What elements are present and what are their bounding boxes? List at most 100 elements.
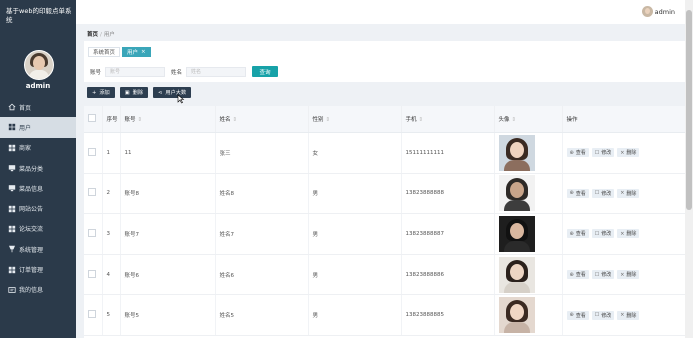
header-name[interactable]: 姓名 ⇕ (215, 106, 309, 133)
breadcrumb-home[interactable]: 首页 (87, 32, 98, 38)
view-button[interactable]: ⊕ 查看 (566, 148, 589, 158)
close-icon: × (620, 190, 625, 197)
edit-button[interactable]: ☐ 修改 (591, 229, 615, 239)
select-all-checkbox[interactable] (88, 114, 96, 122)
sort-icon[interactable]: ⇕ (512, 117, 517, 123)
header-gender[interactable]: 性别 ⇕ (308, 106, 402, 133)
tab-label: 用户 (127, 50, 139, 56)
delete-row-button[interactable]: × 删除 (617, 270, 640, 280)
cell-account: 账号7 (120, 213, 216, 255)
add-button[interactable]: + 添加 (87, 87, 115, 98)
view-button[interactable]: ⊕ 查看 (566, 188, 589, 198)
close-icon[interactable]: × (141, 49, 146, 55)
trash-icon: ▣ (124, 89, 130, 96)
search-row: 账号 账号 姓名 姓名 查询 (90, 66, 279, 77)
delete-button[interactable]: ▣ 删除 (119, 87, 149, 98)
view-label: 查看 (575, 272, 586, 279)
view-button[interactable]: ⊕ 查看 (566, 229, 589, 239)
sidebar-item-label: 菜品信息 (19, 185, 44, 193)
sidebar: 基于web的印毅点单系统 admin 首页 用户 商家 菜品分类 菜品信息 网站… (0, 0, 76, 338)
user-photo[interactable] (498, 175, 535, 212)
sidebar-item-dish-category[interactable]: 菜品分类 (0, 158, 76, 178)
avatar[interactable] (642, 6, 653, 17)
top-username[interactable]: admin (655, 8, 675, 16)
sidebar-item-orders[interactable]: 订单管理 (0, 259, 76, 279)
edit-button[interactable]: ☐ 修改 (591, 188, 615, 198)
sidebar-item-label: 菜品分类 (19, 165, 44, 173)
tab-home[interactable]: 系统首页 (88, 47, 121, 57)
view-label: 查看 (575, 150, 586, 157)
edit-button[interactable]: ☐ 修改 (591, 270, 615, 280)
sidebar-item-profile[interactable]: 我的信息 (0, 280, 76, 300)
sort-icon[interactable]: ⇕ (233, 117, 238, 123)
avatar[interactable] (24, 50, 54, 80)
sidebar-item-home[interactable]: 首页 (0, 97, 76, 117)
table-row: 3 账号7 姓名7 男 13823888887 ⊕ 查看 ☐ 修改 × 删除 (84, 213, 685, 255)
view-button[interactable]: ⊕ 查看 (566, 270, 589, 280)
breadcrumb-current: 用户 (103, 32, 115, 38)
cell-index: 2 (102, 173, 121, 215)
user-photo[interactable] (498, 256, 535, 293)
tab-users[interactable]: 用户 × (122, 47, 151, 57)
row-checkbox[interactable] (88, 188, 96, 197)
monitor-icon (7, 164, 16, 173)
edit-button[interactable]: ☐ 修改 (591, 310, 615, 320)
plus-icon: + (92, 89, 97, 96)
row-checkbox[interactable] (88, 147, 96, 156)
edit-button[interactable]: ☐ 修改 (591, 148, 615, 158)
cell-phone: 15111111111 (401, 132, 495, 174)
delete-label: 删除 (132, 90, 144, 96)
search-button[interactable]: 查询 (252, 66, 279, 77)
sidebar-item-system[interactable]: 系统管理 (0, 239, 76, 259)
edit-label: 修改 (601, 190, 612, 197)
sidebar-item-merchants[interactable]: 商家 (0, 138, 76, 158)
account-input[interactable]: 账号 (105, 66, 166, 77)
sidebar-item-users[interactable]: 用户 (0, 117, 76, 138)
grid-icon (7, 143, 16, 152)
row-checkbox[interactable] (88, 228, 96, 237)
row-checkbox[interactable] (88, 269, 96, 278)
delete-row-button[interactable]: × 删除 (617, 148, 640, 158)
sidebar-item-announcements[interactable]: 网站公告 (0, 198, 76, 218)
export-button[interactable]: ⋖ 用户大数 (153, 87, 192, 98)
row-actions: ⊕ 查看 ☐ 修改 × 删除 (566, 310, 684, 320)
user-photo[interactable] (498, 297, 535, 334)
user-photo[interactable] (498, 134, 535, 171)
name-input[interactable]: 姓名 (186, 66, 247, 77)
user-photo[interactable] (498, 215, 535, 252)
sidebar-item-dish-info[interactable]: 菜品信息 (0, 178, 76, 198)
view-icon: ⊕ (569, 230, 574, 237)
view-label: 查看 (575, 231, 586, 238)
view-icon: ⊕ (569, 190, 574, 197)
scrollbar-thumb[interactable] (686, 10, 692, 210)
page-scrollbar[interactable] (685, 0, 693, 338)
sort-icon[interactable]: ⇕ (326, 117, 331, 123)
cell-name: 姓名8 (215, 173, 309, 215)
view-icon: ⊕ (569, 312, 574, 319)
delete-row-button[interactable]: × 删除 (617, 310, 640, 320)
view-button[interactable]: ⊕ 查看 (566, 310, 589, 320)
edit-icon: ☐ (594, 271, 600, 278)
sidebar-item-label: 系统管理 (19, 246, 44, 254)
header-index: 序号 (102, 106, 121, 133)
sidebar-item-forum[interactable]: 论坛交流 (0, 219, 76, 239)
row-actions: ⊕ 查看 ☐ 修改 × 删除 (566, 229, 684, 239)
grid-icon (7, 224, 16, 233)
sidebar-item-label: 首页 (19, 104, 32, 112)
cell-gender: 男 (308, 254, 402, 296)
header-photo[interactable]: 头像 ⇕ (494, 106, 563, 133)
sort-icon[interactable]: ⇕ (419, 117, 424, 123)
header-account[interactable]: 账号 ⇕ (120, 106, 216, 133)
header-label: 姓名 (219, 117, 231, 123)
view-icon: ⊕ (569, 149, 574, 156)
sort-icon[interactable]: ⇕ (138, 117, 143, 123)
delete-row-button[interactable]: × 删除 (617, 229, 640, 239)
row-checkbox[interactable] (88, 310, 96, 319)
header-phone[interactable]: 手机 ⇕ (401, 106, 495, 133)
sidebar-item-label: 网站公告 (19, 206, 44, 214)
cell-phone: 13823888888 (401, 173, 495, 215)
header-label: 头像 (498, 117, 510, 123)
delete-label: 删除 (626, 190, 637, 197)
cell-index: 1 (102, 132, 121, 174)
delete-row-button[interactable]: × 删除 (617, 188, 640, 198)
